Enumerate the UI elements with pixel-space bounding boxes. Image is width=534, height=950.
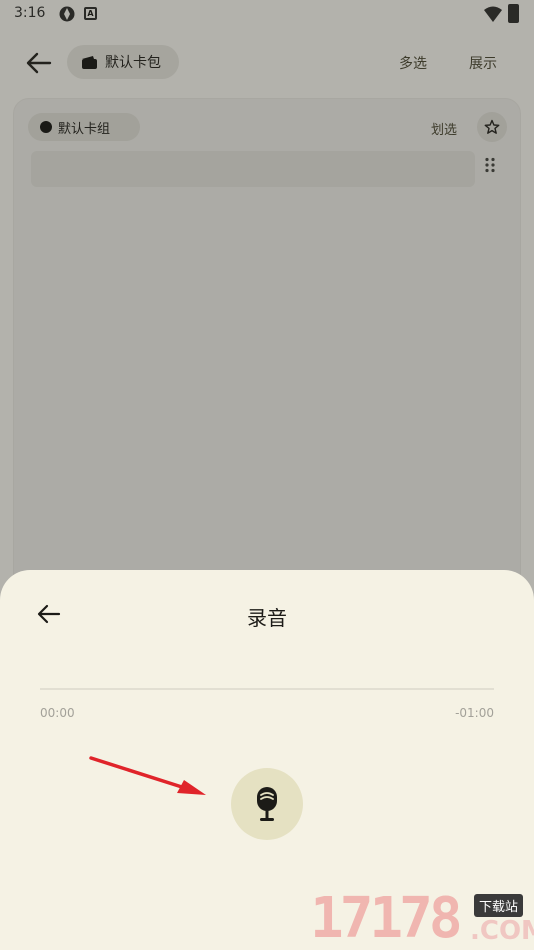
drag-handle-icon[interactable] xyxy=(484,157,496,173)
site-watermark: 17178 下载站 .COM xyxy=(310,888,534,950)
wallet-selector-chip[interactable]: 默认卡包 xyxy=(67,45,179,79)
group-color-dot xyxy=(40,121,52,133)
multi-select-button[interactable]: 多选 xyxy=(399,53,427,73)
watermark-number: 17178 xyxy=(310,886,463,950)
sheet-title: 录音 xyxy=(247,606,287,630)
status-bar: 3:16 A xyxy=(0,0,534,28)
card-group-label: 默认卡组 xyxy=(58,121,111,137)
recording-progress-track[interactable] xyxy=(40,688,494,690)
battery-icon xyxy=(508,4,519,23)
microphone-icon xyxy=(257,787,277,821)
back-arrow-icon[interactable] xyxy=(24,50,54,76)
remaining-time: -01:00 xyxy=(455,706,494,720)
elapsed-time: 00:00 xyxy=(40,706,75,720)
card-group-chip[interactable]: 默认卡组 xyxy=(28,113,140,141)
card-group-panel: 默认卡组 划选 xyxy=(13,98,521,598)
annotation-arrow xyxy=(89,756,206,795)
wallet-label: 默认卡包 xyxy=(105,55,161,71)
top-app-bar: 默认卡包 多选 展示 xyxy=(0,38,534,88)
status-time: 3:16 xyxy=(14,5,46,21)
scribble-select-button[interactable]: 划选 xyxy=(431,119,457,138)
show-button[interactable]: 展示 xyxy=(469,53,497,73)
favorite-button[interactable] xyxy=(477,112,507,142)
watermark-tag: 下载站 xyxy=(474,894,524,917)
a-notification-icon: A xyxy=(84,7,97,20)
watermark-domain: .COM xyxy=(470,916,534,946)
card-input-bar[interactable] xyxy=(31,151,475,187)
record-microphone-button[interactable] xyxy=(231,768,303,840)
app-notification-icon xyxy=(59,6,75,22)
star-icon xyxy=(484,119,500,134)
wallet-icon xyxy=(82,56,97,69)
wifi-icon xyxy=(484,6,502,22)
